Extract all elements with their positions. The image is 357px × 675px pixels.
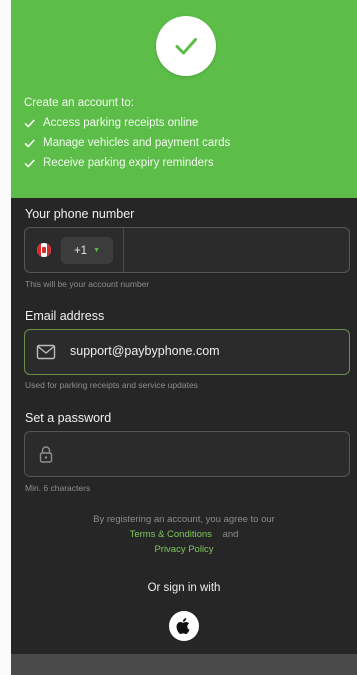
- mail-icon: [36, 344, 56, 360]
- benefit-text: Manage vehicles and payment cards: [43, 137, 231, 149]
- signin-label: Or sign in with: [147, 582, 221, 594]
- email-helper: Used for parking receipts and service up…: [25, 380, 198, 390]
- check-icon: [24, 159, 35, 167]
- apple-signin-button[interactable]: [169, 611, 199, 641]
- phone-helper: This will be your account number: [25, 279, 150, 289]
- apple-icon: [176, 618, 190, 634]
- check-icon: [24, 119, 35, 127]
- benefits-title: Create an account to:: [24, 97, 134, 109]
- terms-link[interactable]: Terms & Conditions: [130, 529, 212, 540]
- password-helper: Min. 6 characters: [25, 483, 91, 493]
- country-code-select[interactable]: +1 ▼: [61, 237, 113, 264]
- email-field[interactable]: support@paybyphone.com: [24, 329, 350, 375]
- terms-notice: By registering an account, you agree to …: [11, 512, 357, 557]
- country-code-value: +1: [73, 244, 88, 257]
- password-label: Set a password: [25, 411, 112, 425]
- caret-down-icon: ▼: [93, 247, 101, 254]
- privacy-policy-link[interactable]: Privacy Policy: [154, 544, 213, 555]
- benefit-item: Access parking receipts online: [24, 117, 198, 129]
- success-check-badge: [156, 16, 216, 76]
- terms-and: and: [222, 529, 239, 540]
- benefit-item: Receive parking expiry reminders: [24, 157, 214, 169]
- field-divider: [123, 228, 124, 272]
- canada-flag-icon: [37, 243, 51, 257]
- checkmark-icon: [175, 38, 197, 55]
- benefit-item: Manage vehicles and payment cards: [24, 137, 230, 149]
- phone-label: Your phone number: [25, 207, 135, 221]
- benefit-text: Receive parking expiry reminders: [43, 157, 214, 169]
- check-icon: [24, 139, 35, 147]
- bottom-bar: [11, 654, 357, 675]
- phone-field[interactable]: +1 ▼: [24, 227, 350, 273]
- screen: Create an account to: Access parking rec…: [0, 0, 357, 675]
- registration-panel: Create an account to: Access parking rec…: [11, 0, 357, 675]
- left-margin: [0, 0, 11, 675]
- benefits-header: Create an account to: Access parking rec…: [11, 0, 357, 198]
- terms-text: By registering an account, you agree to …: [93, 514, 275, 525]
- benefit-text: Access parking receipts online: [43, 117, 199, 129]
- email-label: Email address: [25, 309, 105, 323]
- password-field[interactable]: [24, 431, 350, 477]
- email-input[interactable]: support@paybyphone.com: [70, 344, 220, 358]
- lock-icon: [39, 446, 53, 463]
